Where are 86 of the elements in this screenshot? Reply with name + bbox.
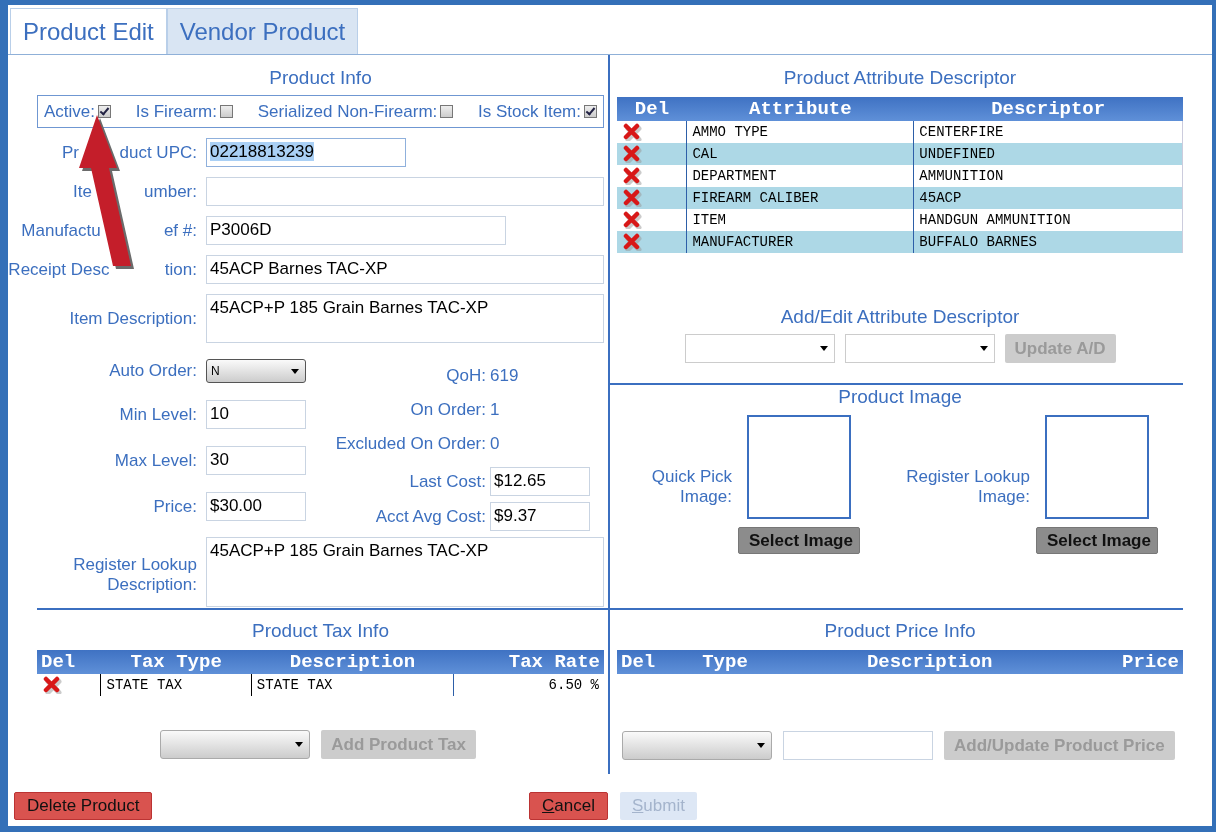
input-field[interactable]: [206, 177, 604, 206]
section-title: Product Image: [837, 385, 963, 409]
input-field[interactable]: 02218813239: [206, 138, 406, 167]
input-field[interactable]: P3006D: [206, 216, 506, 245]
delete-icon[interactable]: [42, 676, 62, 694]
field-label: Max Level:: [113, 450, 197, 471]
image-label: Quick Pick Image:: [650, 467, 732, 507]
column-header: Type: [698, 650, 802, 674]
table-cell: STATE TAX: [101, 674, 252, 696]
dropdown[interactable]: N: [206, 359, 306, 383]
table-cell: CAL: [686, 143, 914, 165]
table-cell: 45ACP: [913, 187, 1183, 209]
delete-icon[interactable]: [622, 211, 642, 229]
tab[interactable]: Product Edit: [10, 8, 167, 54]
checkbox[interactable]: [440, 105, 454, 118]
field-label: Pr: [62, 142, 80, 163]
column-header: Tax Type: [101, 650, 252, 674]
checkbox-label: Is Stock Item:: [478, 101, 581, 122]
field-label: Auto Order:: [108, 361, 197, 381]
section-title: Add/Edit Attribute Descriptor: [779, 305, 1021, 329]
text-area[interactable]: 45ACP+P 185 Grain Barnes TAC-XP: [206, 294, 604, 343]
field-label: Receipt Desc: [8, 259, 110, 280]
section-title: Product Attribute Descriptor: [782, 66, 1018, 90]
text-area[interactable]: 45ACP+P 185 Grain Barnes TAC-XP: [206, 537, 604, 607]
input-field[interactable]: 45ACP Barnes TAC-XP: [206, 255, 604, 284]
input-field[interactable]: $12.65: [490, 467, 590, 496]
table-cell: BUFFALO BARNES: [913, 231, 1183, 253]
column-header: Tax Rate: [453, 650, 604, 674]
table-cell: FIREARM CALIBER: [686, 187, 914, 209]
column-header: Attribute: [686, 97, 914, 121]
table-cell: STATE TAX: [251, 674, 454, 696]
field-label: duct UPC:: [119, 142, 197, 163]
column-header: Price: [1057, 650, 1183, 674]
field-label: ef #:: [163, 220, 197, 241]
input-field[interactable]: [783, 731, 933, 760]
checkbox-label: Is Firearm:: [135, 101, 217, 122]
input-field[interactable]: 10: [206, 400, 306, 429]
table-cell: 6.50 %: [453, 674, 604, 696]
checkbox[interactable]: [220, 105, 233, 118]
select-image-button[interactable]: Select Image: [1036, 527, 1158, 554]
column-header: Del: [37, 650, 101, 674]
checkbox-label: Active:: [44, 101, 96, 122]
column-header: Del: [617, 97, 687, 121]
stat-label: Excluded On Order:: [334, 434, 486, 454]
field-label: Acct Avg Cost:: [374, 506, 486, 527]
checkbox[interactable]: [584, 105, 597, 118]
footer-button[interactable]: Cancel: [529, 792, 608, 820]
checkbox-label: Serialized Non-Firearm:: [257, 101, 438, 122]
stat-label: QoH:: [445, 366, 486, 386]
field-label: Register Lookup Description:: [72, 555, 197, 595]
delete-icon[interactable]: [622, 189, 642, 207]
delete-icon[interactable]: [622, 145, 642, 163]
input-field[interactable]: $30.00: [206, 492, 306, 521]
field-label: umber:: [144, 181, 197, 202]
dropdown[interactable]: [160, 730, 311, 759]
input-field[interactable]: 30: [206, 446, 306, 475]
delete-icon[interactable]: [622, 123, 642, 141]
checkbox[interactable]: [98, 105, 112, 118]
section-title: Product Price Info: [823, 619, 977, 643]
column-header: Description: [801, 650, 1058, 674]
footer-button[interactable]: Delete Product: [14, 792, 153, 820]
select-image-button[interactable]: Select Image: [738, 527, 860, 554]
field-label: Ite: [73, 181, 92, 202]
table-cell: UNDEFINED: [913, 143, 1183, 165]
dropdown[interactable]: [622, 731, 772, 760]
column-header: Descriptor: [913, 97, 1183, 121]
table-cell: MANUFACTURER: [686, 231, 914, 253]
field-label: Last Cost:: [408, 471, 486, 492]
tab[interactable]: Vendor Product: [166, 8, 359, 54]
field-label: Price:: [152, 496, 197, 517]
delete-icon[interactable]: [622, 233, 642, 251]
stat-label: On Order:: [409, 400, 486, 420]
section-title: Product Tax Info: [251, 619, 390, 643]
delete-icon[interactable]: [622, 167, 642, 185]
field-label: Item Description:: [68, 308, 197, 329]
stat-value: 619: [490, 366, 520, 386]
stat-value: 0: [490, 434, 501, 454]
input-field[interactable]: $9.37: [490, 502, 590, 531]
column-header: Del: [617, 650, 699, 674]
field-label: Manufactu: [21, 220, 101, 241]
column-header: Description: [251, 650, 454, 674]
stat-value: 1: [490, 400, 501, 420]
section-title: Product Info: [268, 66, 373, 90]
image-label: Register Lookup Image:: [905, 467, 1030, 507]
field-label: tion:: [164, 259, 197, 280]
field-label: Min Level:: [118, 404, 197, 425]
